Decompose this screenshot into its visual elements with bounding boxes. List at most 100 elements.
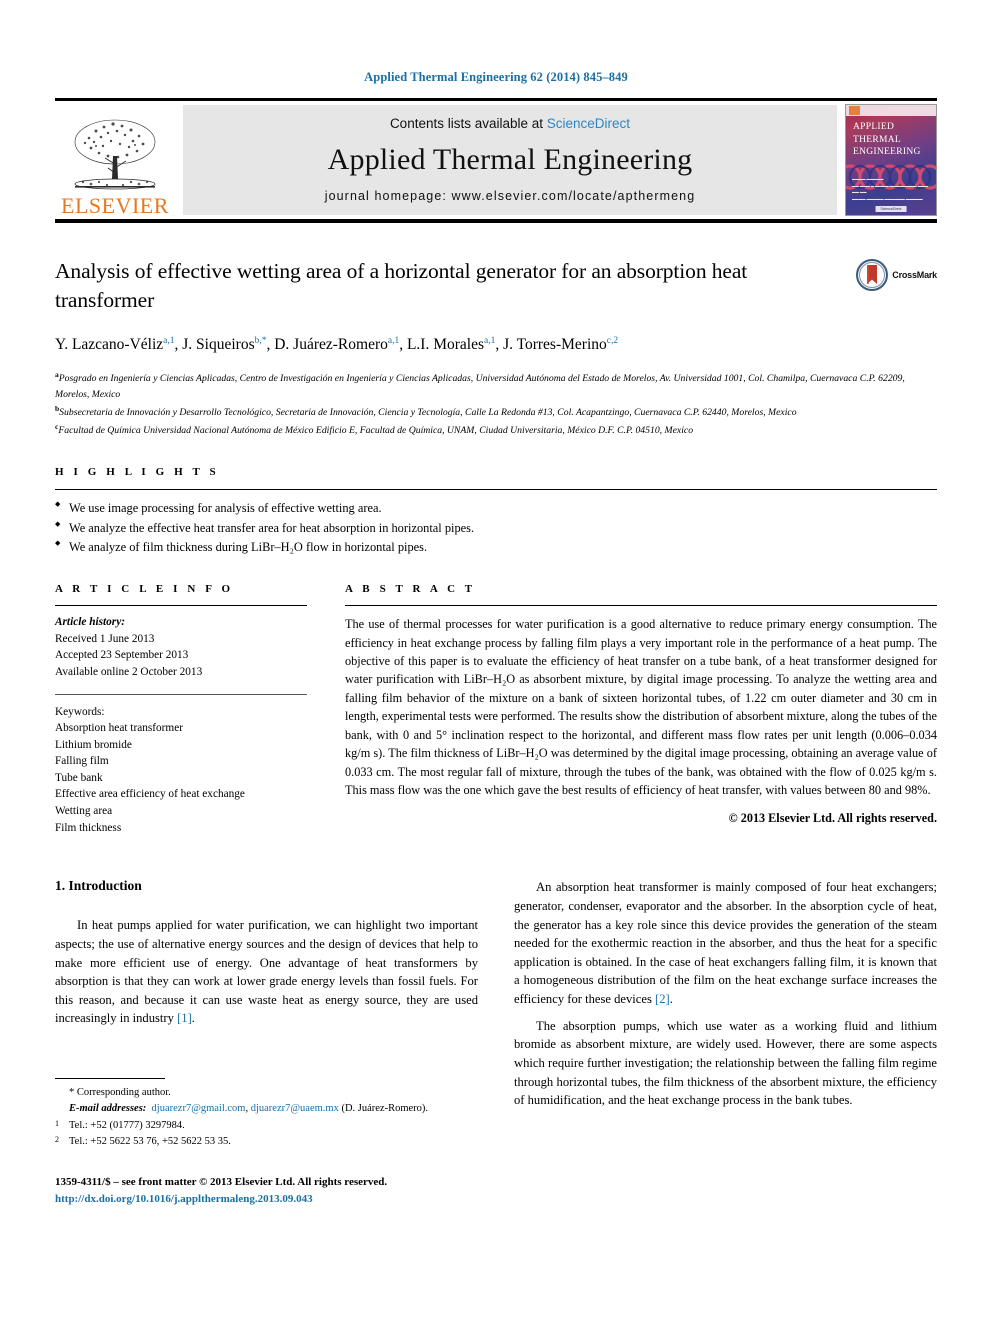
affiliation-item: cFacultad de Química Universidad Naciona… [55,421,937,439]
author-affiliation-mark: b,* [254,335,267,346]
body-columns: 1. Introduction In heat pumps applied fo… [55,878,937,1207]
paragraph: The absorption pumps, which use water as… [514,1018,937,1108]
author-list: Y. Lazcano-Véliza,1, J. Siqueirosb,*, D.… [55,335,619,353]
affiliation-item: aPosgrado en Ingeniería y Ciencias Aplic… [55,369,937,403]
cover-title-line-2: THERMAL [853,134,902,145]
imprint-line: 1359-4311/$ – see front matter © 2013 El… [55,1176,388,1189]
list-item: Wetting area [55,805,113,818]
citation-link[interactable]: [1] [177,1011,192,1025]
list-item: Absorption heat transformer [55,722,183,735]
list-item: Available online 2 October 2013 [55,665,203,678]
info-abstract-section: A R T I C L E I N F O Article history: R… [55,583,937,836]
contents-line: Contents lists available at ScienceDirec… [390,116,630,131]
elsevier-logo: ELSEVIER [55,101,175,219]
email-link-uaem[interactable]: djuarezr7@uaem.mx [251,1103,339,1114]
abstract-column: A B S T R A C T The use of thermal proce… [345,583,937,836]
title-block: Analysis of effective wetting area of a … [55,223,937,315]
author-name: Y. Lazcano-Véliz [55,335,164,353]
footnote-rule [55,1078,165,1079]
footnote-mark-2: 2 [55,1134,59,1144]
article-info-heading: A R T I C L E I N F O [55,583,234,596]
affiliation-text: Subsecretaria de Innovación y Desarrollo… [59,406,797,418]
journal-masthead: ELSEVIER Contents lists available at Sci… [55,101,937,219]
cover-sciencedirect-badge: ScienceDirect [875,206,907,212]
contents-prefix: Contents lists available at [389,116,547,131]
section-heading-introduction: 1. Introduction [55,878,142,894]
footnote-tel-2: 2 Tel.: +52 5622 53 76, +52 5622 53 35. [55,1134,478,1150]
crossmark-label: CrossMark [892,270,937,280]
author-name: J. Siqueiros [182,335,255,353]
author-name: D. Juárez-Romero [274,335,388,353]
footnote-mark-1: 1 [55,1118,59,1128]
body-column-left: 1. Introduction In heat pumps applied fo… [55,878,478,1207]
cover-elsevier-icon [849,106,860,115]
footnote-corresponding-text: * Corresponding author. [69,1087,171,1098]
list-item: Tube bank [55,771,103,784]
affiliation-list: aPosgrado en Ingeniería y Ciencias Aplic… [55,369,937,439]
keywords-list: Absorption heat transformer Lithium bromi… [55,720,307,836]
citation-link[interactable]: [2] [655,992,670,1006]
footnote-tel-1: 1 Tel.: +52 (01777) 3297984. [55,1118,478,1134]
paragraph: An absorption heat transformer is mainly… [514,880,937,1006]
journal-cover-thumbnail: APPLIED THERMAL ENGINEERING ▬▬▬▬ ▬▬▬▬▬ ▬… [845,104,937,216]
page-title: Analysis of effective wetting area of a … [55,259,748,312]
author-name: J. Torres-Merino [503,335,607,353]
author-affiliation-mark: a,1 [484,335,496,346]
imprint-block: 1359-4311/$ – see front matter © 2013 El… [55,1174,478,1207]
cover-footer-text: ▬▬▬▬ ▬▬▬▬▬ ▬▬ ▬▬▬ ▬ ▬▬▬▬ ▬▬▬▬▬▬▬▬ ▬▬▬ ▬▬… [852,177,928,201]
list-item: We use image processing for analysis of … [55,499,937,518]
cover-top-bar [846,105,936,116]
abstract-copyright: © 2013 Elsevier Ltd. All rights reserved… [728,810,937,825]
journal-homepage[interactable]: journal homepage: www.elsevier.com/locat… [325,189,696,203]
crossmark-badge[interactable]: CrossMark [819,257,937,315]
elsevier-wordmark: ELSEVIER [61,193,169,218]
author-affiliation-mark: a,1 [387,335,400,346]
abstract-heading: A B S T R A C T [345,583,476,596]
keywords-label: Keywords: [55,705,105,718]
email-addresses-label: E-mail addresses: [69,1103,147,1115]
article-page: Applied Thermal Engineering 62 (2014) 84… [0,0,992,1207]
email-owner: (D. Juárez-Romero). [338,1103,429,1115]
cover-title-line-1: APPLIED [853,122,895,132]
cover-title: APPLIED THERMAL ENGINEERING [853,121,932,159]
masthead-center: Contents lists available at ScienceDirec… [183,105,837,215]
doi-link[interactable]: http://dx.doi.org/10.1016/j.applthermale… [55,1191,478,1208]
sciencedirect-link[interactable]: ScienceDirect [547,116,630,131]
highlights-heading: H I G H L I G H T S [55,466,220,479]
author-affiliation-mark: c,2 [606,335,619,346]
affiliation-item: bSubsecretaria de Innovación y Desarroll… [55,403,937,421]
author-affiliation-mark: a,1 [163,335,175,346]
crossmark-icon [856,259,889,291]
list-item: Effective area efficiency of heat exchan… [55,788,245,801]
author-name: L.I. Morales [406,335,484,353]
footnote-tel-1-text: Tel.: +52 (01777) 3297984. [69,1119,185,1131]
footnote-corresponding-author: * Corresponding author. [55,1085,478,1101]
body-column-right: An absorption heat transformer is mainly… [514,878,937,1207]
list-item: Falling film [55,755,109,768]
highlights-section: H I G H L I G H T S We use image process… [55,466,937,557]
cover-title-line-3: ENGINEERING [853,147,921,158]
paragraph: In heat pumps applied for water purifica… [55,918,478,1026]
running-head: Applied Thermal Engineering 62 (2014) 84… [364,70,628,84]
list-item: Lithium bromide [55,738,132,751]
article-history-block: Article history: Received 1 June 2013 Acc… [55,606,307,680]
abstract-text: The use of thermal processes for water p… [345,617,937,798]
footnote-tel-2-text: Tel.: +52 5622 53 76, +52 5622 53 35. [69,1135,231,1147]
list-item: Film thickness [55,821,122,834]
affiliation-text: Facultad de Química Universidad Nacional… [58,424,694,436]
email-link-gmail[interactable]: djuarezr7@gmail.com [152,1103,246,1114]
highlights-list: We use image processing for analysis of … [55,490,937,557]
list-item: We analyze of film thickness during LiBr… [55,538,937,557]
article-history-label: Article history: [55,616,125,629]
list-item: Accepted 23 September 2013 [55,649,189,662]
footnotes-block: * Corresponding author. E-mail addresses… [55,1078,478,1150]
affiliation-text: Posgrado en Ingeniería y Ciencias Aplica… [55,373,905,400]
list-item: Received 1 June 2013 [55,632,155,645]
list-item: We analyze the effective heat transfer a… [55,519,937,538]
journal-title: Applied Thermal Engineering [327,143,693,176]
keywords-block: Keywords: Absorption heat transformer Lit… [55,695,307,837]
article-info-column: A R T I C L E I N F O Article history: R… [55,583,307,836]
article-history-list: Received 1 June 2013 Accepted 23 Septembe… [55,631,307,681]
footnote-emails: E-mail addresses: djuarezr7@gmail.com, d… [55,1101,478,1117]
elsevier-tree-icon [74,119,156,190]
